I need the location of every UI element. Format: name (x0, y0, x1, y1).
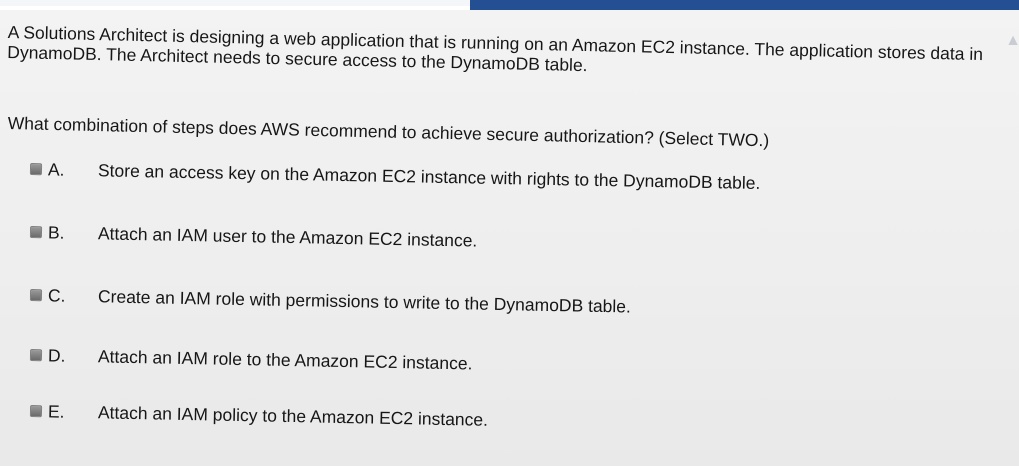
question-stem: A Solutions Architect is designing a web… (7, 22, 1008, 85)
option-letter: C. (47, 284, 66, 306)
option-text: Create an IAM role with permissions to w… (97, 285, 632, 317)
option-text: Attach an IAM user to the Amazon EC2 ins… (97, 222, 478, 251)
checkbox-icon[interactable] (29, 289, 43, 302)
option-letter: E. (47, 400, 65, 422)
question-panel: ▲ A Solutions Architect is designing a w… (0, 10, 1019, 466)
option-e[interactable]: E. Attach an IAM policy to the Amazon EC… (29, 400, 489, 431)
top-strip (0, 0, 470, 6)
option-text: Store an access key on the Amazon EC2 in… (97, 159, 761, 193)
question-prompt: What combination of steps does AWS recom… (7, 113, 770, 151)
header-bar (470, 0, 1019, 10)
option-letter: D. (47, 344, 66, 366)
option-d[interactable]: D. Attach an IAM role to the Amazon EC2 … (29, 344, 473, 374)
option-letter: B. (47, 221, 65, 243)
option-text: Attach an IAM role to the Amazon EC2 ins… (97, 345, 473, 373)
checkbox-icon[interactable] (29, 226, 43, 239)
option-text: Attach an IAM policy to the Amazon EC2 i… (97, 401, 489, 430)
checkbox-icon[interactable] (29, 349, 43, 362)
checkbox-icon[interactable] (29, 163, 43, 176)
option-c[interactable]: C. Create an IAM role with permissions t… (29, 284, 632, 318)
option-b[interactable]: B. Attach an IAM user to the Amazon EC2 … (29, 221, 478, 252)
option-a[interactable]: A. Store an access key on the Amazon EC2… (29, 158, 761, 194)
option-letter: A. (47, 158, 65, 180)
checkbox-icon[interactable] (29, 405, 43, 418)
